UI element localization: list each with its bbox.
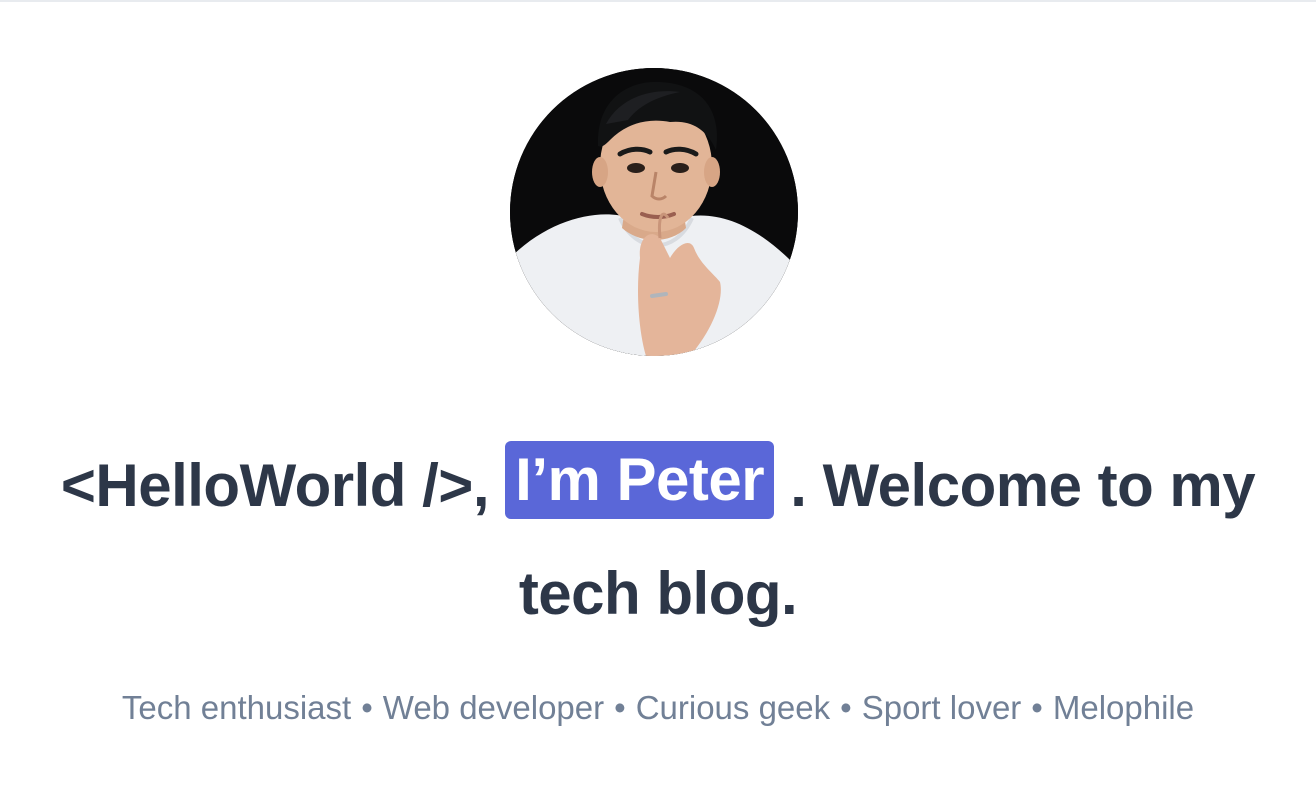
tagline-separator: • <box>840 689 852 726</box>
hero-section: <HelloWorld />, I’m Peter . Welcome to m… <box>0 0 1316 804</box>
headline-line-1: <HelloWorld />, I’m Peter . Welcome to m… <box>0 436 1316 536</box>
tagline-separator: • <box>361 689 373 726</box>
tagline-item: Curious geek <box>635 689 831 726</box>
headline-welcome: . Welcome to my <box>790 452 1256 519</box>
headline-name-highlight: I’m Peter <box>505 441 775 519</box>
tagline-separator: • <box>1031 689 1043 726</box>
tagline-item: Melophile <box>1052 689 1195 726</box>
headline-tech-blog: tech blog. <box>518 560 798 627</box>
tagline-item: Sport lover <box>861 689 1022 726</box>
tagline: Tech enthusiast • Web developer • Curious ge… <box>0 684 1316 732</box>
avatar <box>510 68 798 356</box>
headline-greeting: <HelloWorld />, <box>60 452 490 519</box>
tagline-item: Web developer <box>382 689 605 726</box>
tagline-separator: • <box>614 689 626 726</box>
tagline-item: Tech enthusiast <box>121 689 352 726</box>
headline-line-2: tech blog. <box>0 544 1316 644</box>
avatar-photo <box>510 68 798 356</box>
